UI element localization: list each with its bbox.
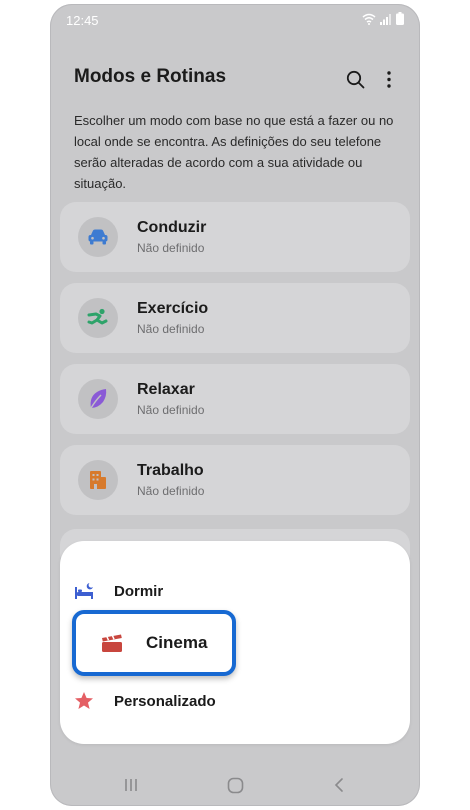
mode-name: Exercício <box>137 300 209 317</box>
mode-card-conduzir[interactable]: Conduzir Não definido <box>60 202 410 272</box>
recent-apps-button[interactable] <box>116 772 146 798</box>
mode-name: Trabalho <box>137 462 204 479</box>
mode-status: Não definido <box>137 484 205 498</box>
status-time: 12:45 <box>66 13 99 28</box>
leaf-icon <box>90 389 107 409</box>
search-button[interactable] <box>342 66 368 92</box>
mode-icon-container <box>78 460 118 500</box>
status-icons <box>362 12 404 25</box>
sheet-item-cinema[interactable]: Cinema <box>72 610 236 676</box>
wifi-icon <box>362 13 376 25</box>
mode-name: Relaxar <box>137 381 195 398</box>
mode-status: Não definido <box>137 403 205 417</box>
signal-icon <box>380 13 391 25</box>
mode-status: Não definido <box>137 241 205 255</box>
mode-name: Conduzir <box>137 219 207 236</box>
battery-icon <box>396 12 404 25</box>
page-title: Modos e Rotinas <box>74 66 227 87</box>
mode-card-trabalho[interactable]: Trabalho Não definido <box>60 445 410 515</box>
description-text: Escolher um modo com base no que está a … <box>74 113 394 191</box>
more-vertical-icon <box>387 70 391 88</box>
mode-status: Não definido <box>137 322 205 336</box>
running-icon <box>87 308 108 325</box>
sheet-item-dormir[interactable]: Dormir <box>74 576 163 606</box>
mode-icon-container <box>78 379 118 419</box>
building-icon <box>90 471 106 489</box>
home-button[interactable] <box>220 772 250 798</box>
clapperboard-icon <box>101 632 123 654</box>
recent-apps-icon <box>125 779 137 791</box>
status-bar: 12:45 <box>50 4 420 36</box>
navigation-bar <box>50 764 420 804</box>
sheet-item-personalizado[interactable]: Personalizado <box>74 686 216 716</box>
mode-card-relaxar[interactable]: Relaxar Não definido <box>60 364 410 434</box>
search-icon <box>346 70 364 88</box>
sheet-item-label: Dormir <box>114 582 164 600</box>
phone-screen: 12:45 Modos e Rotinas Escolher um modo c… <box>50 4 420 806</box>
back-icon <box>334 778 343 792</box>
star-icon <box>74 691 94 711</box>
back-button[interactable] <box>324 772 354 798</box>
car-icon <box>88 229 108 245</box>
mode-card-exercicio[interactable]: Exercício Não definido <box>60 283 410 353</box>
sheet-item-label: Personalizado <box>114 692 216 710</box>
bed-moon-icon <box>74 581 94 601</box>
home-icon <box>227 777 243 793</box>
mode-icon-container <box>78 298 118 338</box>
mode-icon-container <box>78 217 118 257</box>
more-options-button[interactable] <box>378 66 400 92</box>
sheet-item-label: Cinema <box>146 633 208 652</box>
